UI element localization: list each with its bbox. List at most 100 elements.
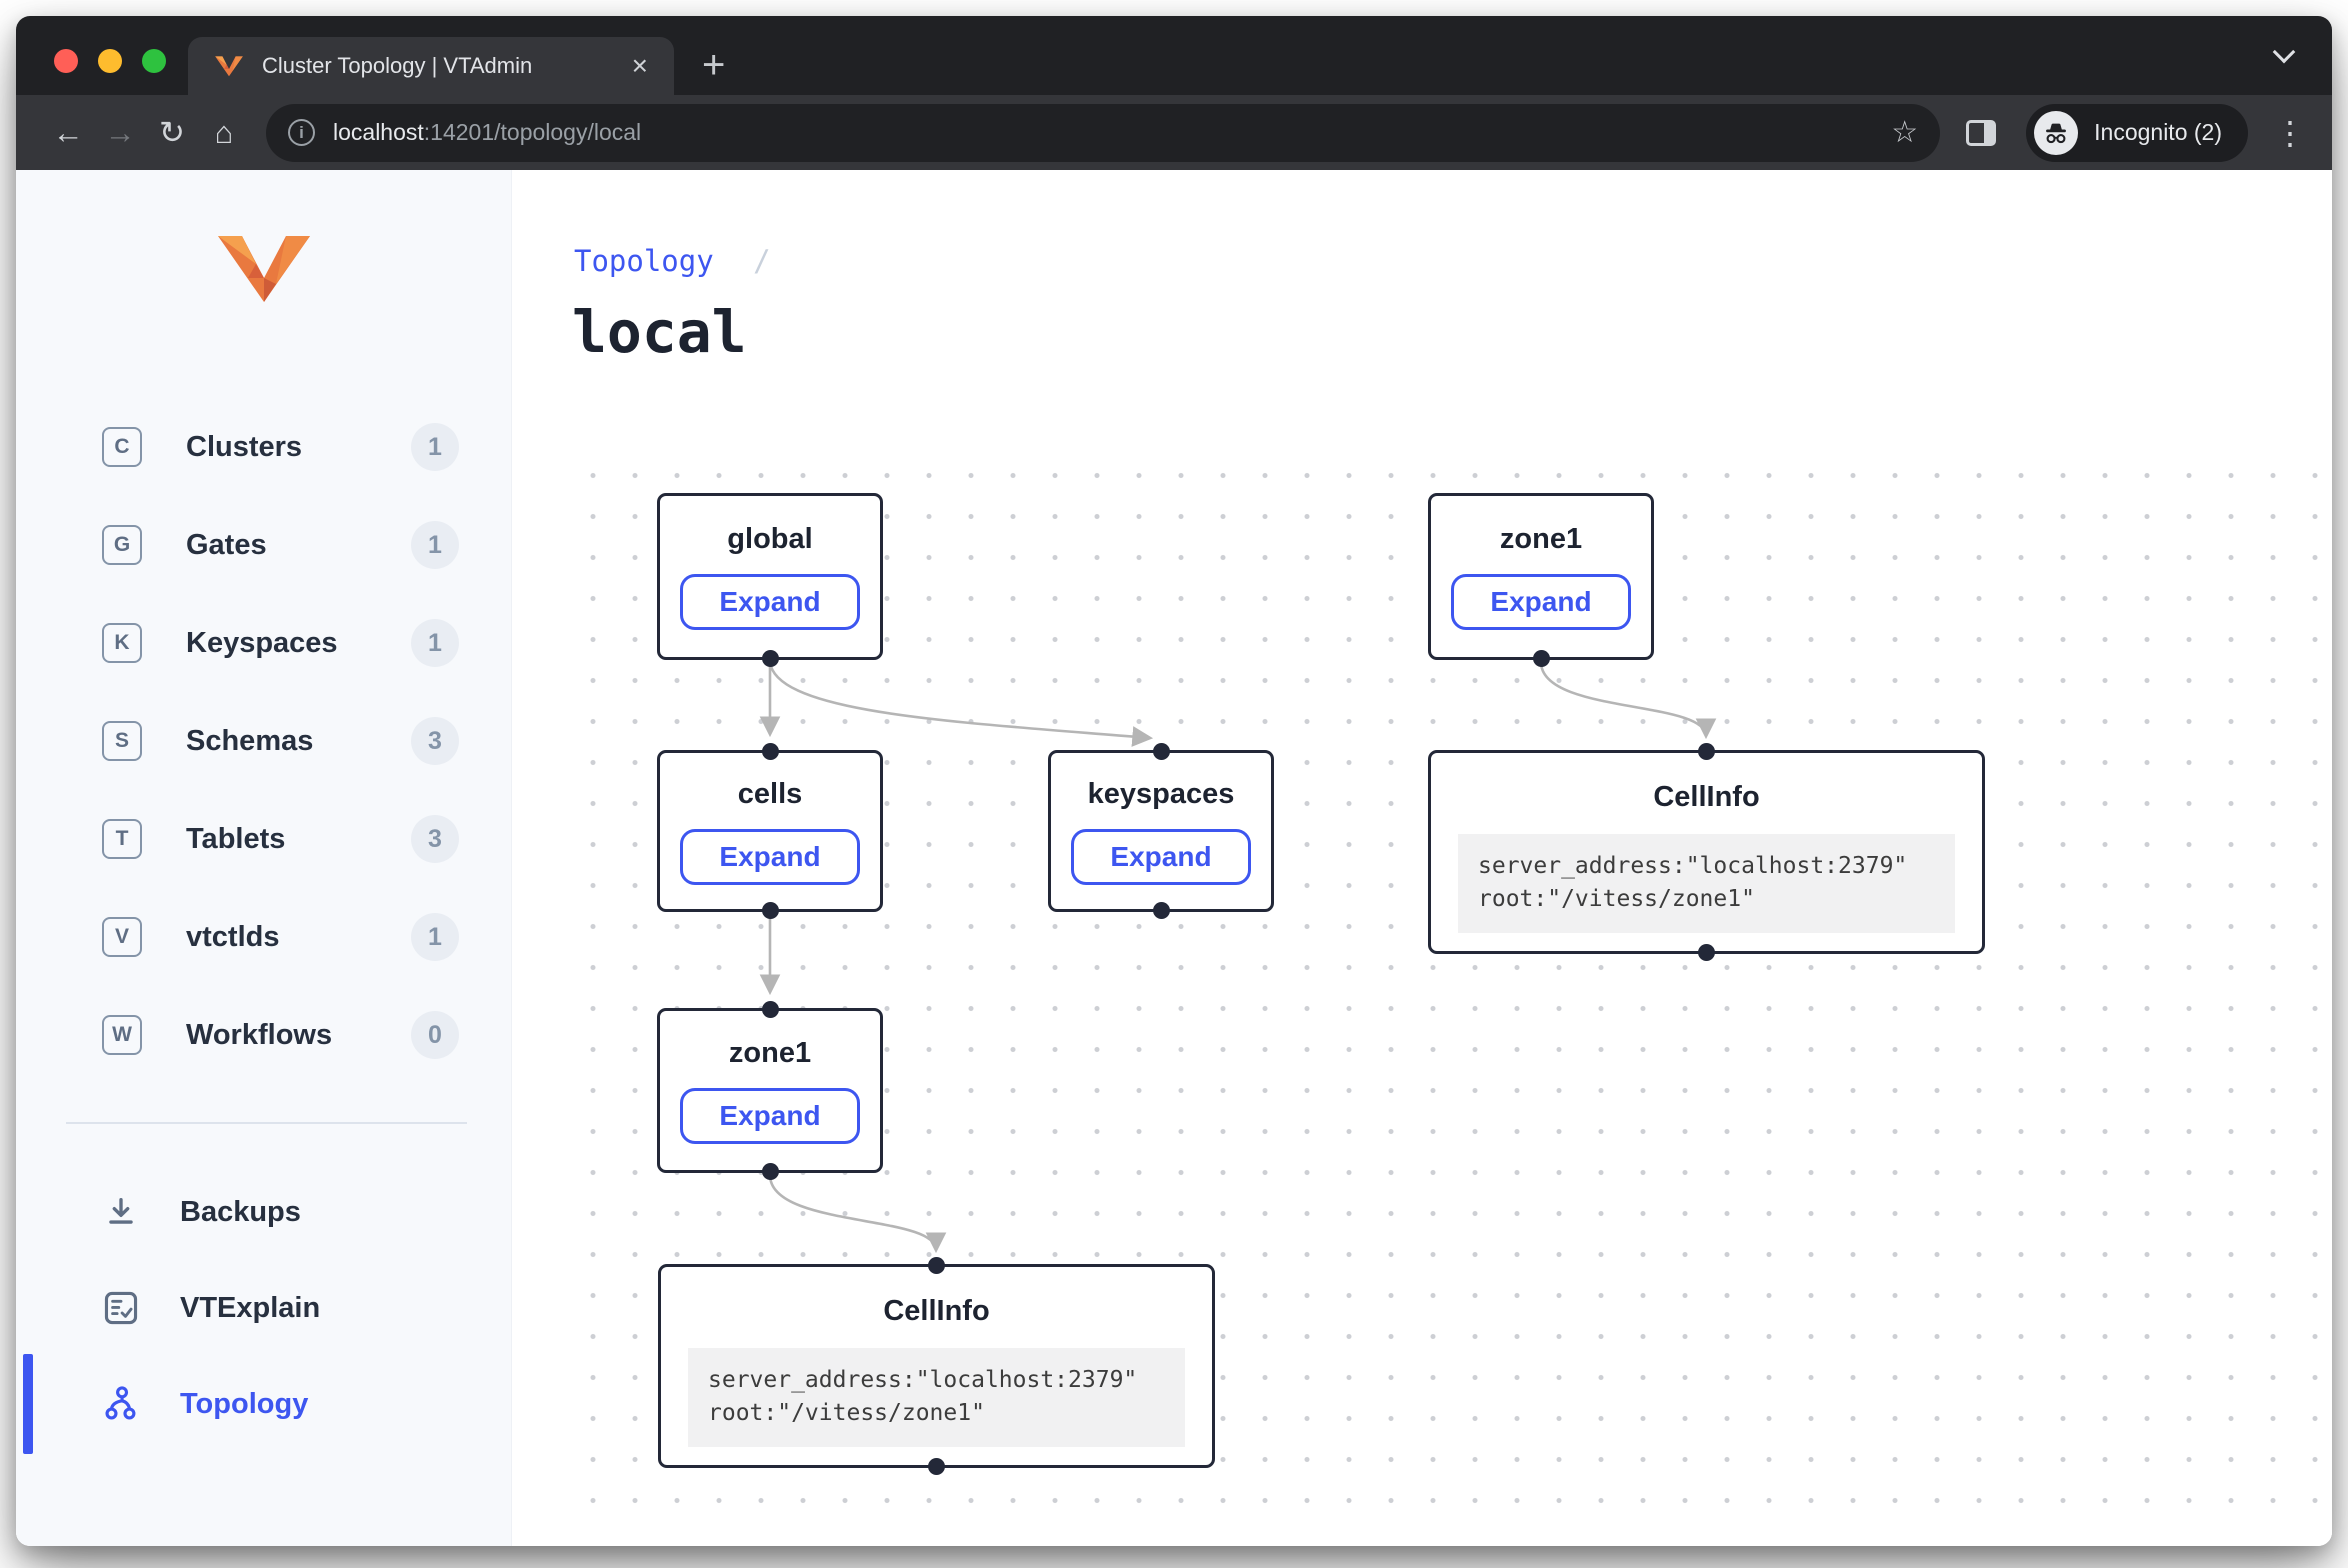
port-bottom (1698, 944, 1715, 961)
count-badge: 3 (411, 717, 459, 765)
main-panel: Topology / local (512, 170, 2332, 1546)
count-badge: 0 (411, 1011, 459, 1059)
tab-search-chevron-icon[interactable] (2273, 41, 2296, 64)
port-top (1153, 743, 1170, 760)
home-button[interactable]: ⌂ (198, 115, 250, 151)
active-indicator (23, 1354, 33, 1454)
count-badge: 3 (411, 815, 459, 863)
tablets-icon: T (102, 819, 142, 859)
address-bar[interactable]: i localhost:14201/topology/local ☆ (266, 104, 1940, 162)
expand-button-keyspaces[interactable]: Expand (1071, 829, 1250, 885)
code-line: server_address:"localhost:2379" (1478, 850, 1935, 883)
incognito-avatar (2034, 111, 2078, 155)
count-badge: 1 (411, 423, 459, 471)
tab-title: Cluster Topology | VTAdmin (262, 53, 628, 79)
port-top (928, 1257, 945, 1274)
incognito-icon (2042, 119, 2070, 147)
window-controls (54, 49, 166, 73)
node-zone1-global: zone1 Expand (1428, 493, 1654, 660)
page-title: local (572, 298, 747, 366)
sidebar-item-label: Keyspaces (186, 627, 338, 660)
reload-button[interactable]: ↻ (146, 115, 198, 151)
node-cellinfo-bottom: CellInfo server_address:"localhost:2379"… (658, 1264, 1215, 1468)
url-text: localhost:14201/topology/local (333, 119, 641, 146)
sidebar-item-vtexplain[interactable]: VTExplain (16, 1260, 511, 1356)
sidebar-item-label: Clusters (186, 431, 302, 464)
sidebar-item-label: Topology (180, 1388, 308, 1421)
workflows-icon: W (102, 1015, 142, 1055)
expand-button-zone1-global[interactable]: Expand (1451, 574, 1630, 630)
edge-zone1-cellinfo-bottom (770, 1175, 936, 1250)
node-cellinfo-right: CellInfo server_address:"localhost:2379"… (1428, 750, 1985, 954)
edge-zone1-cellinfo-right (1541, 662, 1706, 736)
forward-button[interactable]: → (94, 115, 146, 151)
node-title: CellInfo (883, 1295, 989, 1328)
sidebar-item-clusters[interactable]: C Clusters 1 (16, 398, 511, 496)
expand-button-cells[interactable]: Expand (680, 829, 859, 885)
close-tab-icon[interactable]: × (628, 52, 652, 80)
node-title: zone1 (729, 1037, 811, 1070)
sidebar-item-keyspaces[interactable]: K Keyspaces 1 (16, 594, 511, 692)
port-bottom (762, 650, 779, 667)
node-title: global (727, 523, 812, 556)
expand-button-global[interactable]: Expand (680, 574, 859, 630)
topology-icon (102, 1385, 140, 1423)
breadcrumb-topology-link[interactable]: Topology (574, 244, 714, 278)
schemas-icon: S (102, 721, 142, 761)
port-bottom (1533, 650, 1550, 667)
sidebar-item-label: Backups (180, 1196, 301, 1229)
count-badge: 1 (411, 619, 459, 667)
code-line: root:"/vitess/zone1" (1478, 883, 1935, 916)
sidebar-item-gates[interactable]: G Gates 1 (16, 496, 511, 594)
cellinfo-code: server_address:"localhost:2379" root:"/v… (688, 1348, 1185, 1447)
sidebar-nav-secondary: Backups VTExplain (16, 1164, 511, 1452)
node-title: zone1 (1500, 523, 1582, 556)
incognito-label: Incognito (2) (2094, 119, 2222, 146)
breadcrumb-separator: / (753, 244, 770, 278)
browser-menu-icon[interactable]: ⋮ (2274, 114, 2306, 152)
browser-tab[interactable]: Cluster Topology | VTAdmin × (188, 37, 674, 95)
url-path: :14201/topology/local (424, 119, 641, 145)
page-content: C Clusters 1 G Gates 1 K Keyspaces 1 S S… (16, 170, 2332, 1546)
sidebar-item-backups[interactable]: Backups (16, 1164, 511, 1260)
tab-strip: Cluster Topology | VTAdmin × + (16, 16, 2332, 95)
keyspaces-icon: K (102, 623, 142, 663)
minimize-window-button[interactable] (98, 49, 122, 73)
new-tab-button[interactable]: + (702, 45, 725, 85)
sidebar-item-label: Tablets (186, 823, 285, 856)
vitess-favicon-icon (214, 53, 244, 79)
doc-check-icon (102, 1289, 140, 1327)
sidebar-item-label: Schemas (186, 725, 313, 758)
gates-icon: G (102, 525, 142, 565)
node-cells: cells Expand (657, 750, 883, 912)
sidebar-item-schemas[interactable]: S Schemas 3 (16, 692, 511, 790)
site-info-icon[interactable]: i (288, 119, 315, 146)
clusters-icon: C (102, 427, 142, 467)
sidebar-item-label: VTExplain (180, 1292, 320, 1325)
close-window-button[interactable] (54, 49, 78, 73)
vtctlds-icon: V (102, 917, 142, 957)
sidebar-item-topology[interactable]: Topology (16, 1356, 511, 1452)
download-icon (102, 1193, 140, 1231)
node-zone1-cells: zone1 Expand (657, 1008, 883, 1173)
sidebar-item-tablets[interactable]: T Tablets 3 (16, 790, 511, 888)
node-title: CellInfo (1653, 781, 1759, 814)
sidebar: C Clusters 1 G Gates 1 K Keyspaces 1 S S… (16, 170, 512, 1546)
port-bottom (928, 1458, 945, 1475)
sidebar-item-vtctlds[interactable]: V vtctlds 1 (16, 888, 511, 986)
side-panel-icon[interactable] (1966, 120, 1996, 146)
count-badge: 1 (411, 521, 459, 569)
sidebar-item-workflows[interactable]: W Workflows 0 (16, 986, 511, 1084)
node-title: keyspaces (1088, 778, 1235, 811)
node-title: cells (738, 778, 803, 811)
node-global: global Expand (657, 493, 883, 660)
expand-button-zone1-cells[interactable]: Expand (680, 1088, 859, 1144)
sidebar-divider (66, 1122, 467, 1124)
node-keyspaces: keyspaces Expand (1048, 750, 1274, 912)
zoom-window-button[interactable] (142, 49, 166, 73)
back-button[interactable]: ← (42, 115, 94, 151)
url-host: localhost (333, 119, 424, 145)
cellinfo-code: server_address:"localhost:2379" root:"/v… (1458, 834, 1955, 933)
sidebar-item-label: vtctlds (186, 921, 279, 954)
bookmark-star-icon[interactable]: ☆ (1891, 115, 1918, 150)
